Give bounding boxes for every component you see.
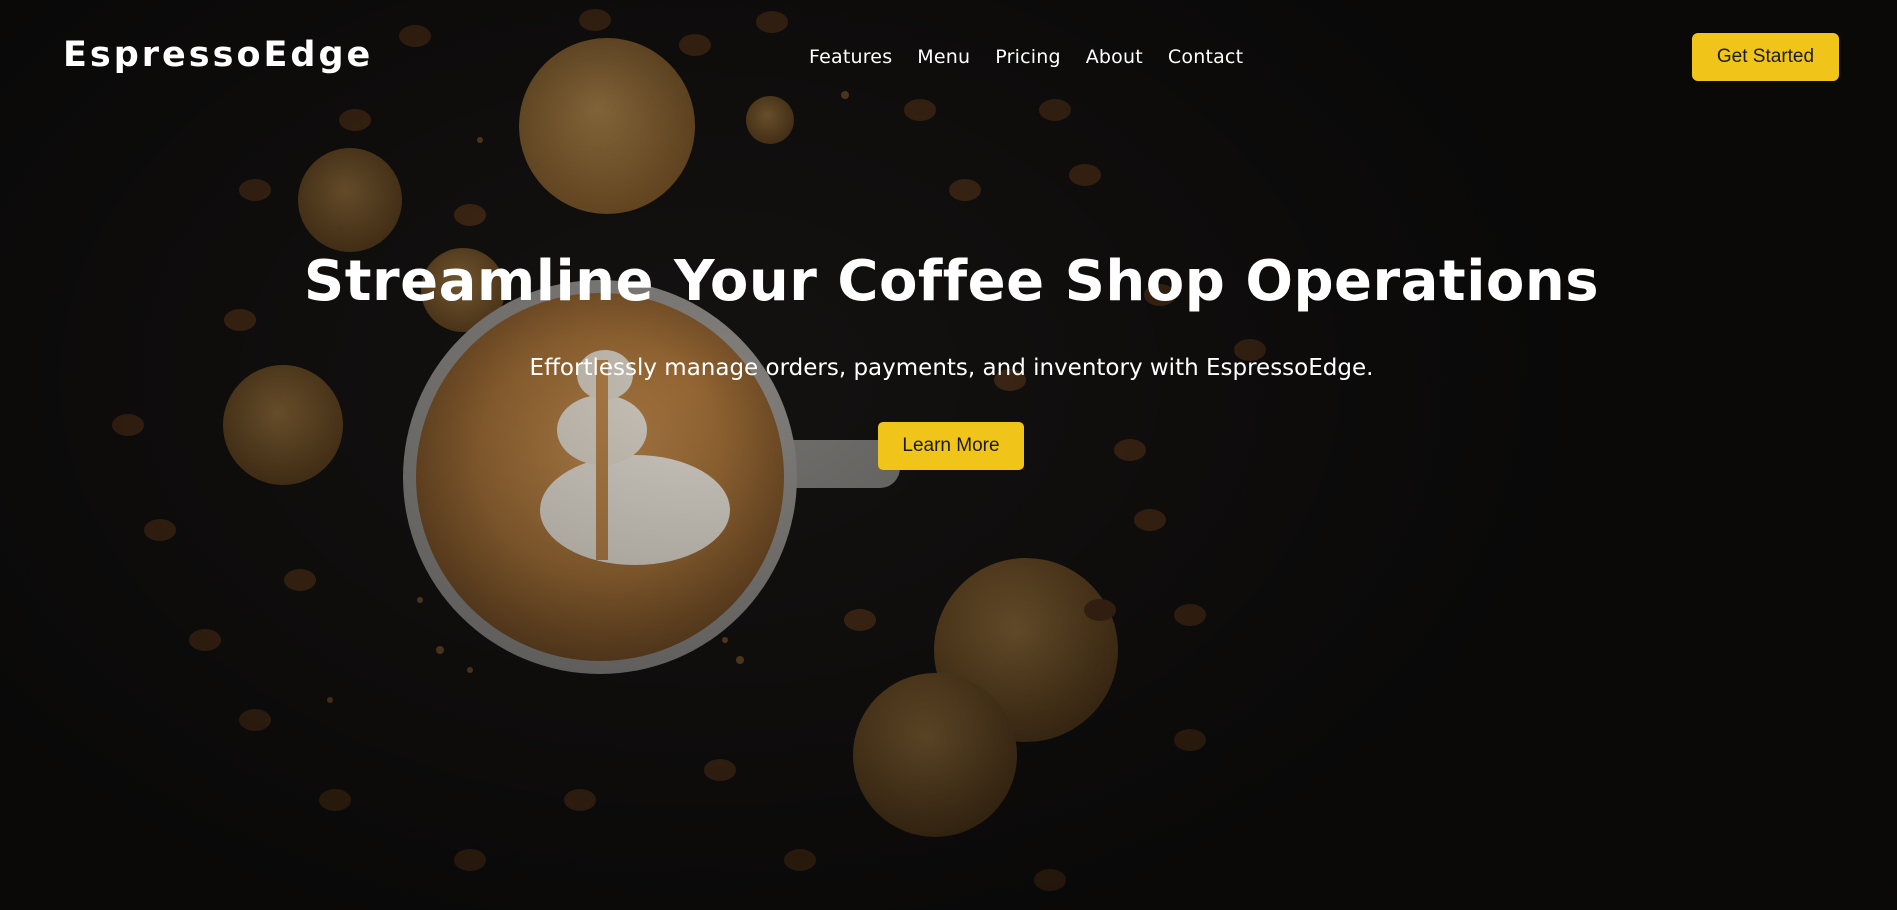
hero-title: Streamline Your Coffee Shop Operations <box>303 249 1600 314</box>
nav-link-contact[interactable]: Contact <box>1168 43 1243 71</box>
hero-subtitle: Effortlessly manage orders, payments, an… <box>529 355 1374 381</box>
learn-more-button[interactable]: Learn More <box>878 422 1024 470</box>
nav-link-features[interactable]: Features <box>809 43 892 71</box>
nav-link-pricing[interactable]: Pricing <box>995 43 1060 71</box>
top-navigation: EspressoEdge Features Menu Pricing About… <box>0 0 1897 114</box>
brand-logo[interactable]: EspressoEdge <box>63 34 373 76</box>
nav-link-menu[interactable]: Menu <box>917 43 970 71</box>
nav-links: Features Menu Pricing About Contact <box>809 43 1243 71</box>
get-started-button[interactable]: Get Started <box>1692 33 1839 81</box>
nav-link-about[interactable]: About <box>1086 43 1143 71</box>
